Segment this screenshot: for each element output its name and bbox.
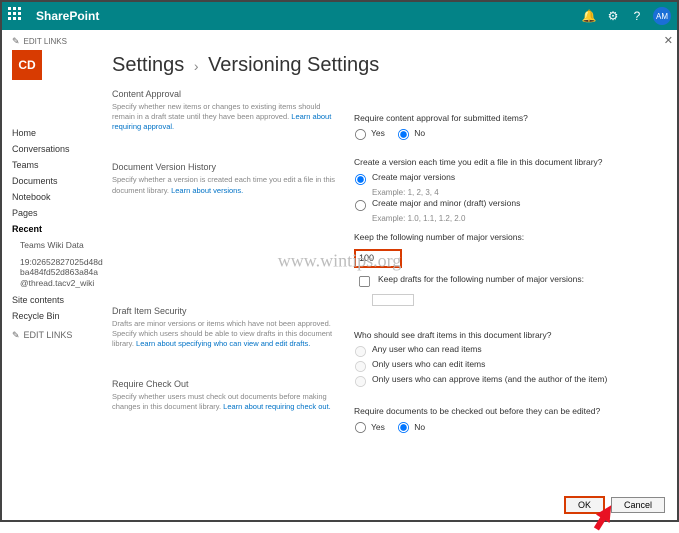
user-avatar[interactable]: AM xyxy=(653,7,671,25)
nav-site-contents[interactable]: Site contents xyxy=(12,292,106,308)
main-column: Settings › Versioning Settings Content A… xyxy=(112,30,677,520)
example-text: Example: 1.0, 1.1, 1.2, 2.0 xyxy=(372,213,659,224)
opt-question: Require content approval for submitted i… xyxy=(354,113,659,125)
opt-question: Create a version each time you edit a fi… xyxy=(354,157,659,169)
opt-question: Require documents to be checked out befo… xyxy=(354,406,659,418)
keep-major-input[interactable]: 100 xyxy=(354,249,402,268)
brand-label: SharePoint xyxy=(36,9,99,23)
section-title: Require Check Out xyxy=(112,379,342,389)
learn-drafts-link[interactable]: Learn about specifying who can view and … xyxy=(136,339,310,348)
radio-checkout-yes[interactable]: Yes xyxy=(354,421,385,434)
opt-question: Who should see draft items in this docum… xyxy=(354,330,659,342)
learn-checkout-link[interactable]: Learn about requiring check out. xyxy=(223,402,331,411)
quick-launch-nav: Home Conversations Teams Documents Noteb… xyxy=(12,125,106,341)
section-title: Draft Item Security xyxy=(112,306,342,316)
breadcrumb: Settings › Versioning Settings xyxy=(112,54,669,77)
radio-major-versions[interactable]: Create major versions xyxy=(354,172,659,186)
nav-recent[interactable]: Recent xyxy=(12,221,106,237)
example-text: Example: 1, 2, 3, 4 xyxy=(372,187,659,198)
section-draft-security: Draft Item Security Drafts are minor ver… xyxy=(112,306,342,349)
section-version-history: Document Version History Specify whether… xyxy=(112,162,342,195)
app-launcher-icon[interactable] xyxy=(8,7,26,25)
pencil-icon: ✎ xyxy=(12,36,20,47)
breadcrumb-parent[interactable]: Settings xyxy=(112,54,184,76)
learn-versions-link[interactable]: Learn about versions. xyxy=(171,186,243,195)
edit-links-top[interactable]: ✎ EDIT LINKS xyxy=(12,36,106,47)
radio-draft-editors[interactable]: Only users who can edit items xyxy=(354,359,659,373)
left-column: ✎ EDIT LINKS CD Home Conversations Teams… xyxy=(2,30,112,520)
settings-gear-icon[interactable]: ⚙ xyxy=(601,9,625,23)
suite-bar: SharePoint 🔔 ⚙ ? AM xyxy=(2,2,677,30)
opt-version-history: Create a version each time you edit a fi… xyxy=(354,157,659,306)
edit-links-bottom[interactable]: ✎ EDIT LINKS xyxy=(12,330,106,341)
section-text: Specify whether new items or changes to … xyxy=(112,102,320,121)
nav-conversations[interactable]: Conversations xyxy=(12,141,106,157)
opt-draft-visibility: Who should see draft items in this docum… xyxy=(354,330,659,389)
keep-major-label: Keep the following number of major versi… xyxy=(354,232,659,244)
radio-approval-yes[interactable]: Yes xyxy=(354,128,385,141)
keep-drafts-checkbox[interactable] xyxy=(359,276,370,287)
help-icon[interactable]: ? xyxy=(625,9,649,23)
radio-draft-approvers[interactable]: Only users who can approve items (and th… xyxy=(354,374,659,388)
ok-button[interactable]: OK xyxy=(564,496,605,514)
section-content-approval: Content Approval Specify whether new ite… xyxy=(112,89,342,132)
nav-pages[interactable]: Pages xyxy=(12,205,106,221)
options-column: Require content approval for submitted i… xyxy=(354,89,669,450)
radio-major-minor-versions[interactable]: Create major and minor (draft) versions xyxy=(354,198,659,212)
section-title: Content Approval xyxy=(112,89,342,99)
radio-checkout-no[interactable]: No xyxy=(397,421,425,434)
radio-approval-no[interactable]: No xyxy=(397,128,425,141)
notifications-icon[interactable]: 🔔 xyxy=(577,9,601,23)
footer-buttons: OK Cancel xyxy=(564,496,665,514)
nav-home[interactable]: Home xyxy=(12,125,106,141)
section-title: Document Version History xyxy=(112,162,342,172)
nav-documents[interactable]: Documents xyxy=(12,173,106,189)
opt-require-checkout: Require documents to be checked out befo… xyxy=(354,406,659,438)
breadcrumb-separator-icon: › xyxy=(194,58,199,74)
nav-recent-child-1[interactable]: Teams Wiki Data xyxy=(12,237,106,254)
description-column: Content Approval Specify whether new ite… xyxy=(112,89,342,450)
keep-drafts-input[interactable] xyxy=(372,294,414,306)
pencil-icon: ✎ xyxy=(12,330,20,341)
opt-content-approval: Require content approval for submitted i… xyxy=(354,113,659,145)
cancel-button[interactable]: Cancel xyxy=(611,497,665,513)
site-logo-tile[interactable]: CD xyxy=(12,50,42,80)
edit-links-label: EDIT LINKS xyxy=(24,37,67,46)
nav-notebook[interactable]: Notebook xyxy=(12,189,106,205)
edit-links-bottom-label: EDIT LINKS xyxy=(24,330,73,340)
nav-teams[interactable]: Teams xyxy=(12,157,106,173)
section-require-checkout: Require Check Out Specify whether users … xyxy=(112,379,342,412)
nav-recycle-bin[interactable]: Recycle Bin xyxy=(12,308,106,324)
breadcrumb-current: Versioning Settings xyxy=(208,54,379,76)
keep-drafts-label: Keep drafts for the following number of … xyxy=(378,274,584,286)
radio-draft-any-reader[interactable]: Any user who can read items xyxy=(354,344,659,358)
nav-recent-child-2[interactable]: 19:02652827025d48dba484fd52d863a84a@thre… xyxy=(12,254,106,292)
